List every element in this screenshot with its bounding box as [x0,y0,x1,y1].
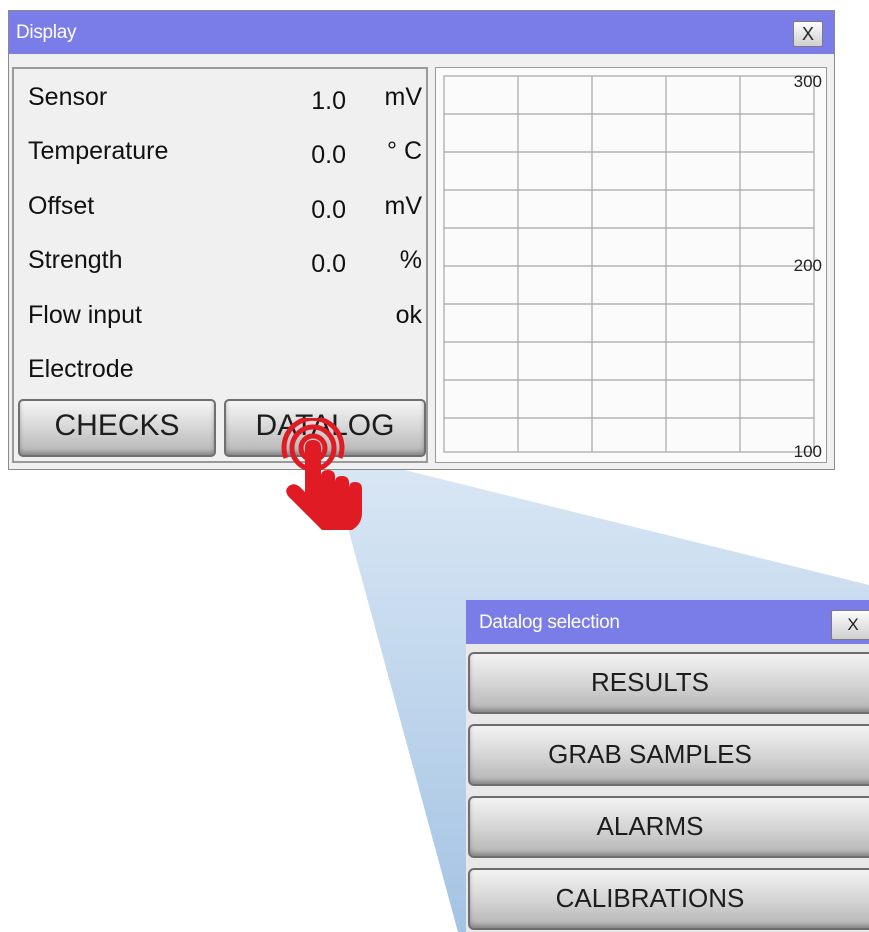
reading-label: Sensor [28,83,108,111]
datalog-title: Datalog selection [479,612,620,633]
reading-unit: % [399,246,422,274]
datalog-close-button[interactable]: X [831,610,869,640]
reading-value: 1.0 [311,87,346,115]
grab-samples-button[interactable]: GRAB SAMPLES [468,724,869,786]
reading-row-offset: Offset 0.0 mV [14,178,428,230]
reading-unit: ok [395,301,422,329]
results-button[interactable]: RESULTS [468,652,869,714]
reading-value: 0.0 [311,196,346,224]
reading-unit: mV [384,83,423,111]
readings-panel: Sensor 1.0 mV Temperature 0.0 ° C Offset… [12,67,428,463]
reading-label: Flow input [28,301,142,329]
datalog-titlebar: Datalog selection X [466,600,869,644]
reading-row-flow-input: Flow input ok [14,287,428,339]
reading-row-strength: Strength 0.0 % [14,232,428,284]
grab-samples-label: GRAB SAMPLES [548,739,752,769]
display-titlebar: Display X [9,11,834,54]
trend-grid [443,75,815,453]
reading-label: Strength [28,246,123,274]
display-title: Display [16,22,77,43]
reading-value: 0.0 [311,250,346,278]
reading-row-electrode: Electrode [14,341,428,393]
reading-label: Electrode [28,355,134,383]
hand-tap-icon [281,418,362,530]
reading-unit: mV [384,192,423,220]
calibrations-label: CALIBRATIONS [555,883,745,913]
alarms-label: ALARMS [596,811,704,841]
display-close-button[interactable]: X [793,21,823,47]
reading-label: Offset [28,192,95,220]
reading-label: Temperature [28,137,169,165]
calibrations-button[interactable]: CALIBRATIONS [468,868,869,930]
reading-row-temperature: Temperature 0.0 ° C [14,123,428,175]
display-window: Display X Sensor 1.0 mV Temperature 0.0 … [8,10,835,470]
trend-graph: 300 200 100 [435,67,827,463]
checks-button[interactable]: CHECKS [18,399,216,457]
trend-axis-bottom: 100 [793,442,822,461]
alarms-button[interactable]: ALARMS [468,796,869,858]
reading-value: 0.0 [311,141,346,169]
trend-axis-mid: 200 [793,256,822,275]
reading-unit: ° C [387,137,422,165]
results-label: RESULTS [591,667,709,697]
trend-axis-top: 300 [793,72,822,91]
reading-row-sensor: Sensor 1.0 mV [14,69,428,121]
datalog-selection-window: Datalog selection X RESULTS GRAB SAMPLES… [466,600,869,932]
